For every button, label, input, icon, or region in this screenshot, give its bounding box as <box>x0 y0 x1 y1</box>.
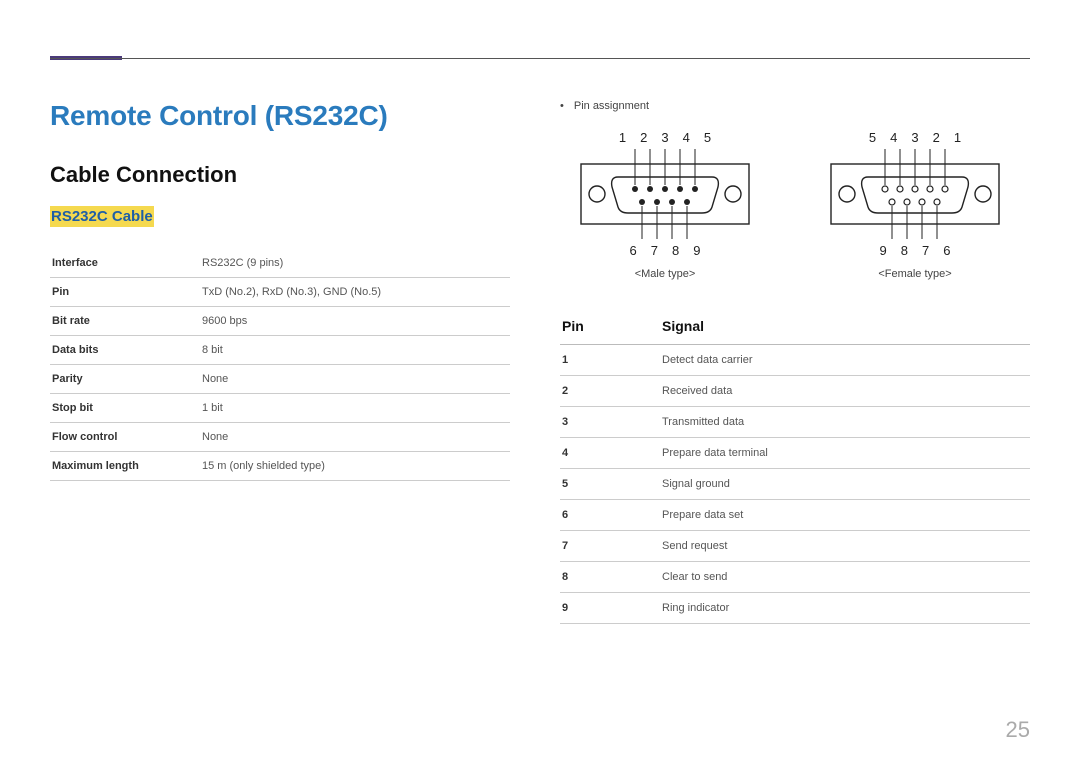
pin-number: 1 <box>954 130 961 145</box>
signal-name: Transmitted data <box>660 407 1030 438</box>
male-pins-top: 12345 <box>580 130 750 145</box>
pin-number: 1 <box>619 130 626 145</box>
female-connector: 54321 9876 <Female type> <box>830 130 1000 280</box>
signal-pin: 3 <box>560 407 660 438</box>
spec-row: Stop bit1 bit <box>50 394 510 423</box>
spec-row: InterfaceRS232C (9 pins) <box>50 249 510 278</box>
signal-row: 9Ring indicator <box>560 593 1030 624</box>
signal-header-signal: Signal <box>660 310 1030 345</box>
page-title: Remote Control (RS232C) <box>50 100 510 132</box>
spec-row: ParityNone <box>50 365 510 394</box>
pin-number: 6 <box>943 243 950 258</box>
signal-name: Prepare data terminal <box>660 438 1030 469</box>
spec-value: 15 m (only shielded type) <box>200 452 510 481</box>
spec-value: None <box>200 423 510 452</box>
signal-name: Received data <box>660 376 1030 407</box>
left-column: Remote Control (RS232C) Cable Connection… <box>50 100 510 624</box>
male-pins-bottom: 6789 <box>580 243 750 258</box>
spec-label: Interface <box>50 249 200 278</box>
right-column: Pin assignment 12345 <box>560 100 1030 624</box>
spec-row: Maximum length15 m (only shielded type) <box>50 452 510 481</box>
pin-number: 4 <box>683 130 690 145</box>
signal-name: Signal ground <box>660 469 1030 500</box>
signal-row: 8Clear to send <box>560 562 1030 593</box>
spec-value: RS232C (9 pins) <box>200 249 510 278</box>
pin-number: 3 <box>661 130 668 145</box>
signal-header-pin: Pin <box>560 310 660 345</box>
spec-row: Flow controlNone <box>50 423 510 452</box>
male-connector-icon <box>580 149 750 239</box>
signal-pin: 9 <box>560 593 660 624</box>
pin-number: 8 <box>672 243 679 258</box>
signal-pin: 8 <box>560 562 660 593</box>
signal-row: 4Prepare data terminal <box>560 438 1030 469</box>
bullet-pin-assignment: Pin assignment <box>560 100 1030 112</box>
spec-label: Data bits <box>50 336 200 365</box>
pin-number: 5 <box>869 130 876 145</box>
signal-pin: 1 <box>560 345 660 376</box>
spec-label: Parity <box>50 365 200 394</box>
signal-row: 1Detect data carrier <box>560 345 1030 376</box>
female-caption: <Female type> <box>830 268 1000 280</box>
pin-number: 4 <box>890 130 897 145</box>
pin-number: 8 <box>901 243 908 258</box>
header-rule <box>50 58 1030 59</box>
spec-row: Bit rate9600 bps <box>50 307 510 336</box>
female-pins-bottom: 9876 <box>830 243 1000 258</box>
spec-row: PinTxD (No.2), RxD (No.3), GND (No.5) <box>50 278 510 307</box>
pin-number: 7 <box>922 243 929 258</box>
spec-table: InterfaceRS232C (9 pins)PinTxD (No.2), R… <box>50 249 510 481</box>
spec-label: Flow control <box>50 423 200 452</box>
spec-label: Bit rate <box>50 307 200 336</box>
connector-diagrams: 12345 6789 <Male type> <box>560 130 1030 280</box>
pin-number: 9 <box>693 243 700 258</box>
female-connector-icon <box>830 149 1000 239</box>
spec-value: 9600 bps <box>200 307 510 336</box>
spec-row: Data bits8 bit <box>50 336 510 365</box>
signal-name: Detect data carrier <box>660 345 1030 376</box>
spec-value: TxD (No.2), RxD (No.3), GND (No.5) <box>200 278 510 307</box>
spec-label: Stop bit <box>50 394 200 423</box>
signal-name: Send request <box>660 531 1030 562</box>
signal-row: 6Prepare data set <box>560 500 1030 531</box>
cable-subheading: RS232C Cable <box>50 206 154 227</box>
pin-number: 6 <box>630 243 637 258</box>
pin-number: 3 <box>911 130 918 145</box>
pin-number: 2 <box>933 130 940 145</box>
spec-value: 1 bit <box>200 394 510 423</box>
spec-label: Maximum length <box>50 452 200 481</box>
spec-value: None <box>200 365 510 394</box>
signal-row: 3Transmitted data <box>560 407 1030 438</box>
spec-label: Pin <box>50 278 200 307</box>
pin-number: 7 <box>651 243 658 258</box>
signal-pin: 2 <box>560 376 660 407</box>
male-caption: <Male type> <box>580 268 750 280</box>
signal-pin: 5 <box>560 469 660 500</box>
signal-pin: 7 <box>560 531 660 562</box>
signal-row: 7Send request <box>560 531 1030 562</box>
signal-name: Ring indicator <box>660 593 1030 624</box>
section-heading: Cable Connection <box>50 162 510 188</box>
signal-name: Prepare data set <box>660 500 1030 531</box>
signal-row: 5Signal ground <box>560 469 1030 500</box>
pin-number: 5 <box>704 130 711 145</box>
pin-number: 2 <box>640 130 647 145</box>
signal-row: 2Received data <box>560 376 1030 407</box>
page-number: 25 <box>1006 717 1030 743</box>
female-pins-top: 54321 <box>830 130 1000 145</box>
male-connector: 12345 6789 <Male type> <box>580 130 750 280</box>
signal-pin: 4 <box>560 438 660 469</box>
signal-table: Pin Signal 1Detect data carrier2Received… <box>560 310 1030 624</box>
signal-name: Clear to send <box>660 562 1030 593</box>
pin-number: 9 <box>880 243 887 258</box>
spec-value: 8 bit <box>200 336 510 365</box>
signal-pin: 6 <box>560 500 660 531</box>
